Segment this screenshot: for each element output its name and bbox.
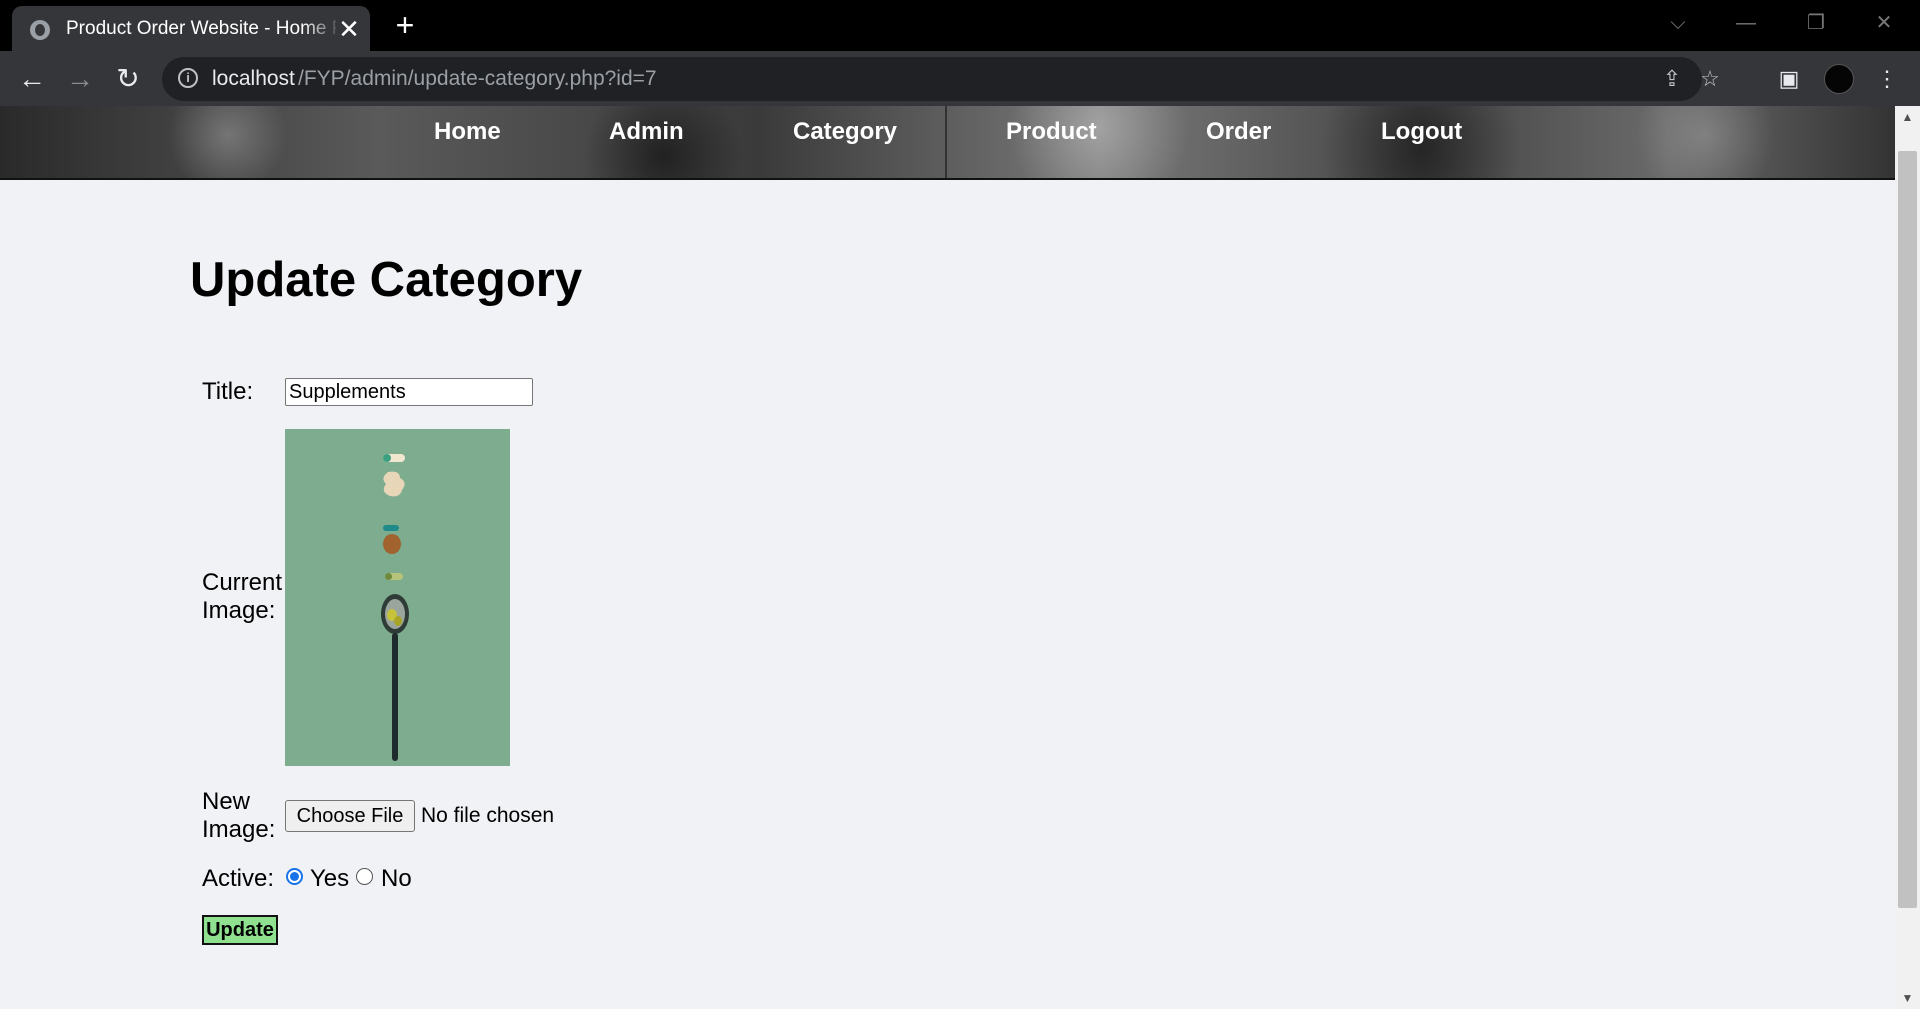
- scroll-down-arrow-icon[interactable]: ▼: [1895, 987, 1920, 1009]
- new-image-label-line1: New: [202, 788, 251, 815]
- globe-icon: [30, 20, 50, 40]
- page-title: Update Category: [190, 253, 583, 307]
- tab-search-icon[interactable]: ⌵: [1656, 6, 1700, 40]
- minimize-icon[interactable]: —: [1724, 6, 1768, 40]
- browser-toolbar: ← → ↻ i localhost /FYP/admin/update-cate…: [0, 51, 1920, 106]
- nav-admin[interactable]: Admin: [609, 116, 684, 148]
- nav-home[interactable]: Home: [434, 116, 501, 148]
- current-image-label-line1: Current: [202, 569, 283, 596]
- profile-avatar[interactable]: [1824, 64, 1854, 94]
- page-scrollbar[interactable]: ▲ ▼: [1895, 106, 1920, 1009]
- new-tab-icon[interactable]: +: [388, 8, 422, 42]
- nav-order[interactable]: Order: [1206, 116, 1271, 148]
- url-path: /FYP/admin/update-category.php?id=7: [298, 67, 657, 90]
- nav-category[interactable]: Category: [793, 116, 897, 148]
- back-icon[interactable]: ←: [12, 61, 52, 97]
- nav-logout[interactable]: Logout: [1381, 116, 1462, 148]
- browser-tab[interactable]: Product Order Website - Home Page ✕: [12, 6, 370, 51]
- share-icon[interactable]: ⇪: [1658, 65, 1686, 93]
- current-category-image: [285, 429, 510, 766]
- update-button[interactable]: Update: [202, 915, 278, 945]
- tab-title: Product Order Website - Home Page: [66, 18, 336, 39]
- site-header: Home Admin Category Product Order Logout: [0, 106, 1895, 180]
- title-label: Title:: [202, 378, 254, 405]
- scroll-thumb[interactable]: [1898, 151, 1917, 908]
- browser-titlebar: Product Order Website - Home Page ✕ + ⌵ …: [0, 0, 1920, 51]
- nav-product[interactable]: Product: [1006, 116, 1097, 148]
- title-input[interactable]: [285, 378, 533, 406]
- address-bar[interactable]: i localhost /FYP/admin/update-category.p…: [162, 57, 1720, 101]
- url-host: localhost: [212, 67, 295, 90]
- close-window-icon[interactable]: ✕: [1862, 6, 1906, 40]
- active-no-radio[interactable]: [356, 868, 373, 885]
- current-image-label-line2: Image:: [202, 597, 276, 624]
- info-icon[interactable]: i: [178, 68, 198, 88]
- choose-file-button[interactable]: Choose File: [285, 800, 415, 832]
- active-no-label[interactable]: No: [381, 865, 412, 893]
- active-yes-radio[interactable]: [286, 868, 303, 885]
- star-icon[interactable]: ☆: [1696, 65, 1724, 93]
- scroll-up-arrow-icon[interactable]: ▲: [1895, 106, 1920, 128]
- file-status-text: No file chosen: [421, 804, 555, 827]
- active-label: Active:: [202, 865, 275, 892]
- reload-icon[interactable]: ↻: [108, 61, 148, 97]
- header-texture-crack: [945, 106, 947, 178]
- supplements-photo: [285, 429, 510, 766]
- forward-icon[interactable]: →: [60, 61, 100, 97]
- tab-close-icon[interactable]: ✕: [334, 14, 364, 44]
- restore-icon[interactable]: ❐: [1794, 6, 1838, 40]
- menu-icon[interactable]: ⋮: [1872, 64, 1902, 94]
- active-yes-label[interactable]: Yes: [310, 865, 349, 893]
- side-panel-icon[interactable]: ▣: [1774, 64, 1804, 94]
- new-image-label-line2: Image:: [202, 816, 276, 843]
